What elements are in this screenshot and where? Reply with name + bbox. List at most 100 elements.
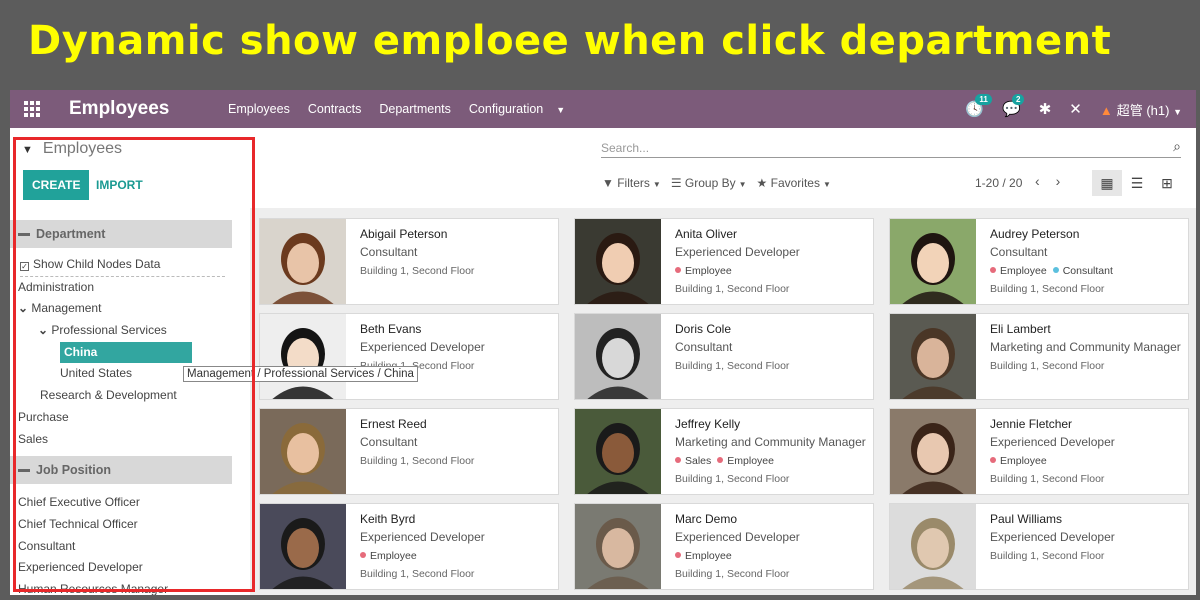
messages-icon[interactable]: 💬 2 bbox=[1002, 94, 1025, 118]
chevron-down-icon[interactable]: ⌄ bbox=[18, 301, 31, 315]
employee-name: Anita Oliver bbox=[675, 227, 738, 241]
employee-tags: Employee bbox=[990, 455, 1182, 467]
employee-photo bbox=[890, 219, 976, 304]
show-child-nodes-label: Show Child Nodes Data bbox=[33, 257, 161, 271]
job-position-item[interactable]: Chief Executive Officer bbox=[10, 492, 250, 514]
chevron-left-icon[interactable]: ‹ bbox=[1035, 173, 1040, 189]
employee-card[interactable]: Keith Byrd Experienced Developer Employee B… bbox=[259, 503, 559, 590]
department-item[interactable]: ⌄ Professional Services bbox=[10, 320, 250, 342]
show-child-nodes-option[interactable]: ✓ Show Child Nodes Data bbox=[10, 254, 250, 276]
employee-location: Building 1, Second Floor bbox=[675, 283, 790, 295]
department-label: Management bbox=[31, 301, 102, 316]
employee-job: Experienced Developer bbox=[360, 340, 485, 354]
tag-label: Sales bbox=[685, 455, 712, 467]
activity-clock-icon[interactable]: 🕓 11 bbox=[965, 94, 992, 118]
search-icon[interactable]: ⌕ bbox=[1173, 138, 1181, 155]
department-item[interactable]: Purchase bbox=[10, 407, 250, 429]
employee-location: Building 1, Second Floor bbox=[675, 473, 790, 485]
employee-card[interactable]: Jennie Fletcher Experienced Developer Empl… bbox=[889, 408, 1189, 495]
search-input[interactable]: Search... ⌕ bbox=[601, 136, 1181, 158]
employee-card[interactable]: Audrey Peterson Consultant Employee Consult… bbox=[889, 218, 1189, 305]
employee-name: Audrey Peterson bbox=[990, 227, 1080, 241]
employee-card[interactable]: Eli Lambert Marketing and Community Manag… bbox=[889, 313, 1189, 400]
tag-badge: Employee bbox=[990, 455, 1047, 467]
list-view-icon[interactable]: ☰ bbox=[1122, 170, 1152, 196]
pager-value[interactable]: 1-20 / 20 bbox=[975, 176, 1022, 190]
chevron-right-icon[interactable]: › bbox=[1056, 173, 1061, 189]
groupby-button[interactable]: ☰ Group By ▼ bbox=[671, 176, 747, 190]
employee-name: Jeffrey Kelly bbox=[675, 417, 741, 431]
job-position-item[interactable]: Human Resources Manager bbox=[10, 579, 250, 595]
tag-badge: Employee bbox=[360, 550, 417, 562]
user-menu[interactable]: ▲ 超管 (h1) ▼ bbox=[1100, 100, 1182, 119]
employee-location: Building 1, Second Floor bbox=[675, 360, 790, 372]
job-position-item[interactable]: Consultant bbox=[10, 536, 250, 558]
apps-menu-icon[interactable] bbox=[10, 90, 54, 128]
tag-dot-icon bbox=[360, 552, 366, 558]
employee-name: Jennie Fletcher bbox=[990, 417, 1073, 431]
filters-button[interactable]: ▼ Filters ▼ bbox=[602, 176, 661, 190]
department-item[interactable]: ⌄ Management bbox=[10, 298, 250, 320]
job-position-list: Chief Executive Officer Chief Technical O… bbox=[10, 492, 250, 595]
employee-job: Experienced Developer bbox=[675, 245, 800, 259]
bug-icon[interactable]: ✱ bbox=[1039, 100, 1052, 118]
grid-view-icon[interactable]: ⊞ bbox=[1152, 170, 1182, 196]
favorites-button[interactable]: ★ Favorites ▼ bbox=[757, 176, 831, 190]
tag-badge: Employee bbox=[675, 550, 732, 562]
employee-photo bbox=[575, 409, 661, 494]
employee-photo bbox=[260, 409, 346, 494]
menu-employees[interactable]: Employees bbox=[219, 102, 299, 116]
collapse-icon bbox=[18, 468, 30, 472]
checkbox-checked-icon[interactable]: ✓ bbox=[20, 262, 29, 271]
employee-photo bbox=[890, 314, 976, 399]
department-item[interactable]: China bbox=[10, 341, 250, 364]
job-position-item[interactable]: Experienced Developer bbox=[10, 557, 250, 579]
tag-badge: Employee bbox=[675, 265, 732, 277]
chevron-down-icon[interactable]: ▼ bbox=[22, 144, 33, 156]
employee-card[interactable]: Marc Demo Experienced Developer Employee Bu… bbox=[574, 503, 874, 590]
department-item[interactable]: Research & Development bbox=[10, 385, 250, 407]
menu-departments[interactable]: Departments bbox=[370, 102, 460, 116]
employee-card[interactable]: Doris Cole Consultant Building 1, Second F… bbox=[574, 313, 874, 400]
department-group-header[interactable]: Department bbox=[10, 220, 232, 248]
employee-location: Building 1, Second Floor bbox=[360, 265, 475, 277]
employee-name: Marc Demo bbox=[675, 512, 738, 526]
odoo-app-window: Employees Employees Contracts Department… bbox=[10, 90, 1196, 595]
department-label: Professional Services bbox=[51, 323, 167, 338]
employee-job: Consultant bbox=[990, 245, 1048, 259]
kanban-view-icon[interactable]: ▦ bbox=[1092, 170, 1122, 196]
employee-location: Building 1, Second Floor bbox=[675, 568, 790, 580]
chevron-down-icon[interactable]: ⌄ bbox=[38, 323, 51, 337]
department-item[interactable]: Sales bbox=[10, 429, 250, 451]
department-item[interactable]: Administration bbox=[10, 277, 250, 299]
tag-label: Employee bbox=[685, 550, 732, 562]
import-button[interactable]: IMPORT bbox=[96, 178, 143, 192]
employee-job: Consultant bbox=[360, 435, 418, 449]
employee-name: Doris Cole bbox=[675, 322, 732, 336]
employee-card[interactable]: Beth EvansExperienced DeveloperBuilding … bbox=[259, 313, 559, 400]
employee-name: Eli Lambert bbox=[990, 322, 1051, 336]
department-label: China bbox=[60, 341, 192, 364]
employee-tags: Employee bbox=[360, 550, 552, 562]
tag-badge: Employee bbox=[990, 265, 1047, 277]
employee-tags: Sales Employee bbox=[675, 455, 867, 467]
employee-card[interactable]: Ernest Reed Consultant Building 1, Second … bbox=[259, 408, 559, 495]
page-title-text: Employees bbox=[42, 140, 123, 157]
groupby-label: Group By bbox=[684, 176, 736, 190]
job-position-item[interactable]: Chief Technical Officer bbox=[10, 514, 250, 536]
menu-contracts[interactable]: Contracts bbox=[299, 102, 371, 116]
control-panel: ▼ Employees CREATE IMPORT Search... ⌕ ▼ F… bbox=[10, 128, 1196, 208]
employee-card[interactable]: Abigail Peterson Consultant Building 1, Se… bbox=[259, 218, 559, 305]
tools-icon[interactable]: ✕ bbox=[1069, 100, 1082, 118]
employee-card[interactable]: Paul Williams Experienced Developer Buildi… bbox=[889, 503, 1189, 590]
employee-card[interactable]: Anita Oliver Experienced Developer Employe… bbox=[574, 218, 874, 305]
menu-configuration[interactable]: Configuration ▼ bbox=[460, 102, 583, 116]
tag-dot-icon bbox=[1052, 267, 1059, 273]
caret-down-icon: ▼ bbox=[652, 180, 661, 189]
job-position-group-header[interactable]: Job Position bbox=[10, 456, 232, 485]
messages-badge: 2 bbox=[1012, 94, 1025, 105]
department-label: Administration bbox=[18, 279, 95, 294]
employee-card[interactable]: Jeffrey Kelly Marketing and Community Man… bbox=[574, 408, 874, 495]
create-button[interactable]: CREATE bbox=[23, 170, 90, 200]
tag-badge: Consultant bbox=[1052, 265, 1113, 277]
